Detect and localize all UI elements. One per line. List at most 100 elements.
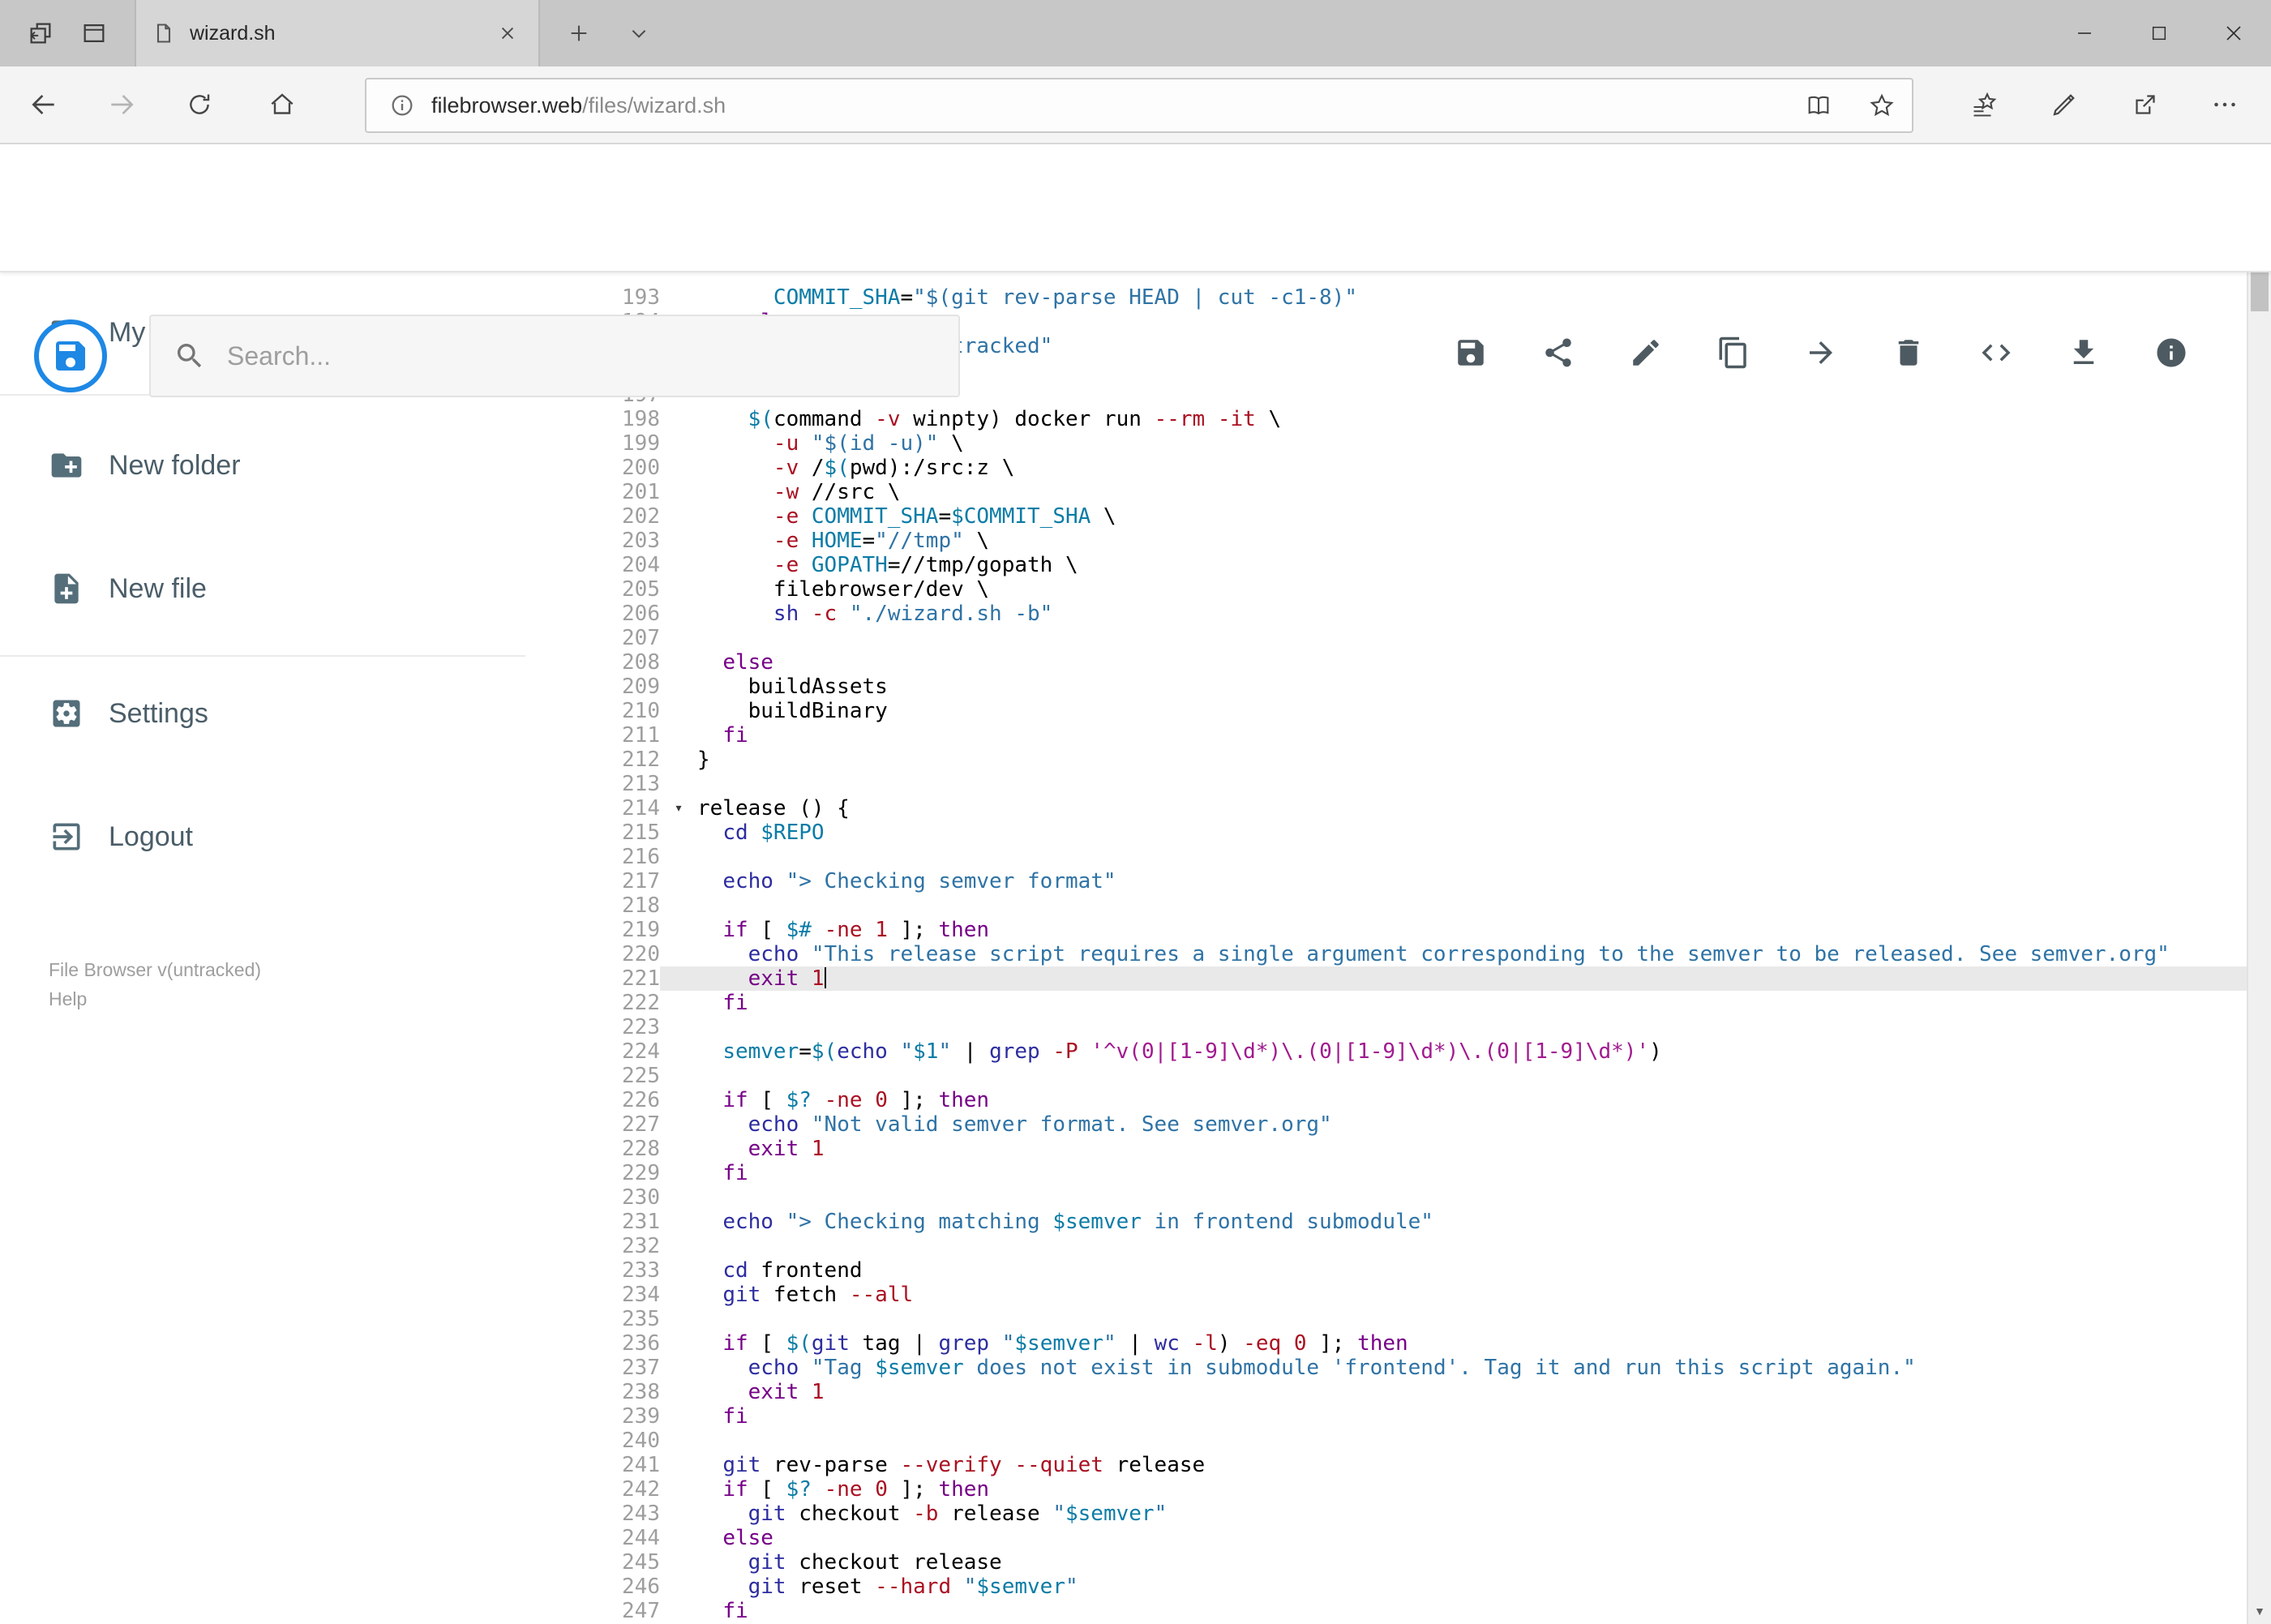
- code-text[interactable]: [697, 1234, 2247, 1258]
- code-text[interactable]: semver=$(echo "$1" | grep -P '^v(0|[1-9]…: [697, 1039, 2247, 1064]
- move-button[interactable]: [1789, 320, 1853, 385]
- code-text[interactable]: [697, 1429, 2247, 1453]
- code-text[interactable]: exit 1: [697, 1137, 2247, 1161]
- help-link[interactable]: Help: [49, 984, 261, 1013]
- code-line-206[interactable]: 206 sh -c "./wizard.sh -b": [525, 602, 2247, 626]
- code-editor[interactable]: 193 COMMIT_SHA="$(git rev-parse HEAD | c…: [525, 272, 2247, 1624]
- forward-icon[interactable]: [84, 66, 159, 143]
- code-text[interactable]: [697, 1064, 2247, 1088]
- code-text[interactable]: echo "Tag $semver does not exist in subm…: [697, 1356, 2247, 1380]
- code-text[interactable]: fi: [697, 723, 2247, 748]
- code-line-208[interactable]: 208 else: [525, 650, 2247, 675]
- code-line-228[interactable]: 228 exit 1: [525, 1137, 2247, 1161]
- set-tabs-aside-icon[interactable]: [27, 19, 54, 47]
- code-line-204[interactable]: 204 -e GOPATH=//tmp/gopath \: [525, 553, 2247, 577]
- code-text[interactable]: release () {: [697, 796, 2247, 821]
- code-line-226[interactable]: 226 if [ $? -ne 0 ]; then: [525, 1088, 2247, 1112]
- code-line-239[interactable]: 239 fi: [525, 1404, 2247, 1429]
- code-text[interactable]: if [ $? -ne 0 ]; then: [697, 1477, 2247, 1502]
- code-text[interactable]: [697, 772, 2247, 796]
- scroll-down-icon[interactable]: ▼: [2248, 1598, 2271, 1624]
- maximize-icon[interactable]: [2122, 0, 2196, 66]
- sidebar-item-settings[interactable]: Settings: [0, 676, 525, 751]
- code-line-245[interactable]: 245 git checkout release: [525, 1550, 2247, 1575]
- code-text[interactable]: }: [697, 748, 2247, 772]
- code-text[interactable]: -w //src \: [697, 480, 2247, 504]
- delete-button[interactable]: [1876, 320, 1941, 385]
- code-line-205[interactable]: 205 filebrowser/dev \: [525, 577, 2247, 602]
- tab-close-icon[interactable]: [493, 19, 522, 48]
- code-text[interactable]: -e GOPATH=//tmp/gopath \: [697, 553, 2247, 577]
- code-text[interactable]: echo "This release script requires a sin…: [697, 942, 2247, 966]
- code-text[interactable]: fi: [697, 991, 2247, 1015]
- code-line-218[interactable]: 218: [525, 893, 2247, 918]
- code-line-238[interactable]: 238 exit 1: [525, 1380, 2247, 1404]
- edit-button[interactable]: [1613, 320, 1678, 385]
- code-text[interactable]: cd frontend: [697, 1258, 2247, 1283]
- code-text[interactable]: git reset --hard "$semver": [697, 1575, 2247, 1599]
- code-text[interactable]: buildAssets: [697, 675, 2247, 699]
- code-line-227[interactable]: 227 echo "Not valid semver format. See s…: [525, 1112, 2247, 1137]
- code-line-209[interactable]: 209 buildAssets: [525, 675, 2247, 699]
- code-line-212[interactable]: 212}: [525, 748, 2247, 772]
- code-text[interactable]: -v /$(pwd):/src:z \: [697, 456, 2247, 480]
- code-line-237[interactable]: 237 echo "Tag $semver does not exist in …: [525, 1356, 2247, 1380]
- code-line-224[interactable]: 224 semver=$(echo "$1" | grep -P '^v(0|[…: [525, 1039, 2247, 1064]
- code-text[interactable]: exit 1: [697, 966, 2247, 991]
- home-icon[interactable]: [245, 66, 319, 143]
- back-icon[interactable]: [6, 66, 81, 143]
- code-line-244[interactable]: 244 else: [525, 1526, 2247, 1550]
- code-line-220[interactable]: 220 echo "This release script requires a…: [525, 942, 2247, 966]
- app-logo[interactable]: [34, 319, 107, 392]
- code-text[interactable]: sh -c "./wizard.sh -b": [697, 602, 2247, 626]
- code-text[interactable]: [697, 845, 2247, 869]
- search-box[interactable]: [149, 315, 960, 397]
- page-scrollbar[interactable]: ▲ ▼: [2247, 144, 2271, 1624]
- code-text[interactable]: fi: [697, 1404, 2247, 1429]
- sidebar-item-new-file[interactable]: New file: [0, 551, 525, 626]
- code-line-232[interactable]: 232: [525, 1234, 2247, 1258]
- code-line-217[interactable]: 217 echo "> Checking semver format": [525, 869, 2247, 893]
- code-text[interactable]: if [ $# -ne 1 ]; then: [697, 918, 2247, 942]
- code-line-201[interactable]: 201 -w //src \: [525, 480, 2247, 504]
- code-text[interactable]: git rev-parse --verify --quiet release: [697, 1453, 2247, 1477]
- code-line-241[interactable]: 241 git rev-parse --verify --quiet relea…: [525, 1453, 2247, 1477]
- code-line-216[interactable]: 216: [525, 845, 2247, 869]
- code-line-235[interactable]: 235: [525, 1307, 2247, 1331]
- code-line-219[interactable]: 219 if [ $# -ne 1 ]; then: [525, 918, 2247, 942]
- code-line-213[interactable]: 213: [525, 772, 2247, 796]
- code-text[interactable]: else: [697, 650, 2247, 675]
- code-text[interactable]: if [ $(git tag | grep "$semver" | wc -l)…: [697, 1331, 2247, 1356]
- reading-view-icon[interactable]: [1805, 92, 1832, 119]
- browser-tab[interactable]: wizard.sh: [135, 0, 540, 66]
- code-text[interactable]: [697, 1015, 2247, 1039]
- code-text[interactable]: exit 1: [697, 1380, 2247, 1404]
- code-line-199[interactable]: 199 -u "$(id -u)" \: [525, 431, 2247, 456]
- minimize-icon[interactable]: [2047, 0, 2122, 66]
- code-text[interactable]: git fetch --all: [697, 1283, 2247, 1307]
- code-line-243[interactable]: 243 git checkout -b release "$semver": [525, 1502, 2247, 1526]
- sidebar-item-logout[interactable]: Logout: [0, 799, 525, 874]
- code-line-214[interactable]: 214 ▾ release () {: [525, 796, 2247, 821]
- more-icon[interactable]: [2189, 66, 2260, 143]
- code-line-233[interactable]: 233 cd frontend: [525, 1258, 2247, 1283]
- code-line-203[interactable]: 203 -e HOME="//tmp" \: [525, 529, 2247, 553]
- download-button[interactable]: [2051, 320, 2116, 385]
- hub-icon[interactable]: [1949, 66, 2020, 143]
- code-line-236[interactable]: 236 if [ $(git tag | grep "$semver" | wc…: [525, 1331, 2247, 1356]
- code-text[interactable]: if [ $? -ne 0 ]; then: [697, 1088, 2247, 1112]
- info-icon[interactable]: [389, 92, 415, 118]
- code-line-211[interactable]: 211 fi: [525, 723, 2247, 748]
- favorite-star-icon[interactable]: [1868, 92, 1896, 119]
- code-text[interactable]: else: [697, 1526, 2247, 1550]
- code-line-242[interactable]: 242 if [ $? -ne 0 ]; then: [525, 1477, 2247, 1502]
- code-text[interactable]: [697, 1185, 2247, 1210]
- code-line-215[interactable]: 215 cd $REPO: [525, 821, 2247, 845]
- code-line-202[interactable]: 202 -e COMMIT_SHA=$COMMIT_SHA \: [525, 504, 2247, 529]
- code-text[interactable]: -u "$(id -u)" \: [697, 431, 2247, 456]
- code-line-221[interactable]: 221 exit 1: [525, 966, 2247, 991]
- code-text[interactable]: git checkout release: [697, 1550, 2247, 1575]
- code-text[interactable]: filebrowser/dev \: [697, 577, 2247, 602]
- code-line-231[interactable]: 231 echo "> Checking matching $semver in…: [525, 1210, 2247, 1234]
- code-view-button[interactable]: [1964, 320, 2029, 385]
